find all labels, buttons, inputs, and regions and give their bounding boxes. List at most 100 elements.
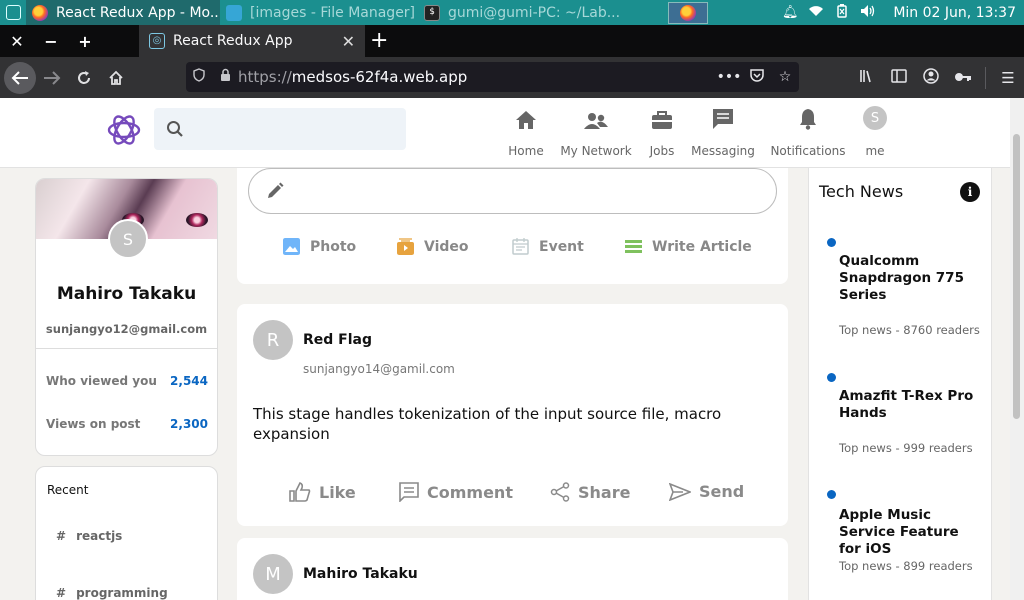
like-button[interactable]: Like bbox=[289, 482, 356, 502]
message-icon bbox=[712, 98, 734, 138]
pocket-icon[interactable] bbox=[743, 68, 771, 86]
calendar-icon bbox=[512, 238, 529, 255]
page-actions-icon[interactable]: ••• bbox=[715, 69, 743, 85]
share-photo-button[interactable]: Photo bbox=[283, 238, 356, 255]
reload-icon[interactable] bbox=[68, 62, 100, 94]
nav-label: My Network bbox=[560, 144, 632, 158]
window-minimize-icon[interactable]: − bbox=[34, 32, 68, 51]
window-close-icon[interactable]: ✕ bbox=[0, 32, 34, 51]
bookmark-star-icon[interactable]: ☆ bbox=[771, 69, 799, 85]
avatar[interactable]: R bbox=[253, 320, 293, 360]
hamburger-menu-icon[interactable]: ☰ bbox=[992, 69, 1024, 87]
share-event-button[interactable]: Event bbox=[512, 238, 584, 255]
nav-home[interactable]: Home bbox=[508, 98, 544, 168]
start-post-button[interactable] bbox=[248, 168, 777, 214]
nav-my-network[interactable]: My Network bbox=[560, 98, 632, 168]
divider bbox=[36, 348, 217, 349]
nav-notifications[interactable]: Notifications bbox=[770, 98, 846, 168]
url-bar[interactable]: https:// medsos-62f4a.web.app ••• ☆ bbox=[186, 62, 799, 92]
home-icon bbox=[515, 98, 537, 138]
library-icon[interactable] bbox=[851, 69, 883, 87]
recent-item-label: programming bbox=[76, 586, 168, 600]
home-icon[interactable] bbox=[100, 62, 132, 94]
recent-item-label: reactjs bbox=[76, 529, 123, 543]
stat-views-on-post[interactable]: Views on post 2,300 bbox=[46, 417, 208, 431]
wifi-icon[interactable] bbox=[803, 5, 829, 21]
window-maximize-icon[interactable]: + bbox=[68, 32, 102, 51]
post-author-email: sunjangyo14@gamil.com bbox=[303, 362, 455, 376]
back-arrow-icon[interactable] bbox=[4, 61, 36, 94]
tab-title: React Redux App bbox=[173, 33, 293, 49]
share-article-button[interactable]: Write Article bbox=[625, 238, 752, 255]
notification-bell-icon[interactable]: 🔔︎ bbox=[777, 5, 803, 20]
tab-close-icon[interactable]: ✕ bbox=[342, 32, 355, 51]
recent-item-programming[interactable]: # programming bbox=[56, 586, 168, 600]
firefox-icon bbox=[32, 4, 48, 21]
battery-icon[interactable] bbox=[829, 3, 855, 22]
clock[interactable]: Min 02 Jun, 13:37 bbox=[881, 5, 1024, 21]
info-icon[interactable]: i bbox=[960, 182, 980, 202]
comment-button[interactable]: Comment bbox=[399, 482, 513, 502]
avatar[interactable]: S bbox=[108, 219, 148, 259]
avatar[interactable]: M bbox=[253, 554, 293, 594]
nav-messaging[interactable]: Messaging bbox=[691, 98, 755, 168]
nav-jobs[interactable]: Jobs bbox=[646, 98, 678, 168]
browser-tab-active[interactable]: ◎ React Redux App ✕ bbox=[139, 25, 365, 57]
firefox-launcher[interactable] bbox=[668, 1, 708, 24]
action-label: Comment bbox=[427, 482, 513, 502]
stat-value: 2,300 bbox=[170, 417, 208, 431]
nav-me[interactable]: S me bbox=[860, 98, 890, 168]
start-menu-button[interactable] bbox=[0, 0, 26, 25]
share-video-button[interactable]: Video bbox=[397, 238, 469, 255]
recent-card: Recent # reactjs # programming bbox=[35, 466, 218, 600]
avatar-wrapper: S bbox=[863, 98, 887, 138]
bullet-icon bbox=[827, 490, 836, 499]
browser-nav-bar: https:// medsos-62f4a.web.app ••• ☆ ☰ bbox=[0, 57, 1024, 98]
lock-icon[interactable] bbox=[212, 68, 238, 86]
redux-favicon-icon: ◎ bbox=[149, 33, 165, 49]
briefcase-icon bbox=[651, 98, 673, 138]
forward-arrow-icon[interactable] bbox=[36, 62, 68, 94]
taskbar-task-terminal[interactable]: $ gumi@gumi-PC: ~/Lab... bbox=[418, 0, 628, 25]
search-input[interactable] bbox=[154, 108, 406, 150]
comment-icon bbox=[399, 482, 419, 502]
share-option-label: Event bbox=[539, 238, 584, 255]
key-icon[interactable] bbox=[947, 69, 979, 87]
sidebar-icon[interactable] bbox=[883, 68, 915, 87]
share-option-label: Video bbox=[424, 238, 469, 255]
taskbar-task-browser[interactable]: React Redux App - Mo... bbox=[26, 0, 220, 25]
stat-who-viewed[interactable]: Who viewed you 2,544 bbox=[46, 374, 208, 388]
redux-logo-icon[interactable] bbox=[106, 112, 142, 148]
news-meta: Top news - 999 readers bbox=[839, 441, 973, 455]
recent-title: Recent bbox=[47, 483, 89, 497]
hash-icon: # bbox=[56, 586, 67, 600]
new-tab-icon[interactable]: + bbox=[370, 28, 388, 53]
scrollbar-thumb[interactable] bbox=[1013, 134, 1020, 419]
photo-icon bbox=[283, 238, 300, 255]
page-scrollbar[interactable] bbox=[1010, 98, 1024, 600]
browser-tab-strip: ✕ − + ◎ React Redux App ✕ + bbox=[0, 25, 1024, 57]
stat-value: 2,544 bbox=[170, 374, 208, 388]
shield-icon[interactable] bbox=[186, 68, 212, 86]
nav-label: me bbox=[865, 144, 885, 158]
article-icon bbox=[625, 240, 642, 253]
news-headline[interactable]: Apple Music Service Feature for iOS bbox=[839, 507, 984, 558]
feed-post: R Red Flag sunjangyo14@gamil.com This st… bbox=[237, 304, 788, 526]
profile-name[interactable]: Mahiro Takaku bbox=[36, 284, 217, 304]
news-title: Tech News bbox=[819, 182, 904, 201]
post-author[interactable]: Red Flag bbox=[303, 332, 372, 348]
recent-item-reactjs[interactable]: # reactjs bbox=[56, 529, 122, 543]
avatar: S bbox=[863, 106, 887, 130]
web-page: Home My Network Jobs Messaging Notificat… bbox=[0, 98, 1024, 600]
account-icon[interactable] bbox=[915, 67, 947, 88]
folder-icon bbox=[226, 4, 242, 21]
action-label: Send bbox=[699, 482, 745, 501]
news-headline[interactable]: Qualcomm Snapdragon 775 Series bbox=[839, 253, 984, 304]
volume-icon[interactable] bbox=[855, 4, 881, 22]
share-option-label: Photo bbox=[310, 238, 357, 255]
send-button[interactable]: Send bbox=[669, 482, 744, 501]
post-author[interactable]: Mahiro Takaku bbox=[303, 566, 418, 582]
taskbar-task-file-manager[interactable]: [images - File Manager] bbox=[220, 0, 418, 25]
share-button[interactable]: Share bbox=[550, 482, 630, 502]
news-headline[interactable]: Amazfit T-Rex Pro Hands bbox=[839, 388, 984, 422]
